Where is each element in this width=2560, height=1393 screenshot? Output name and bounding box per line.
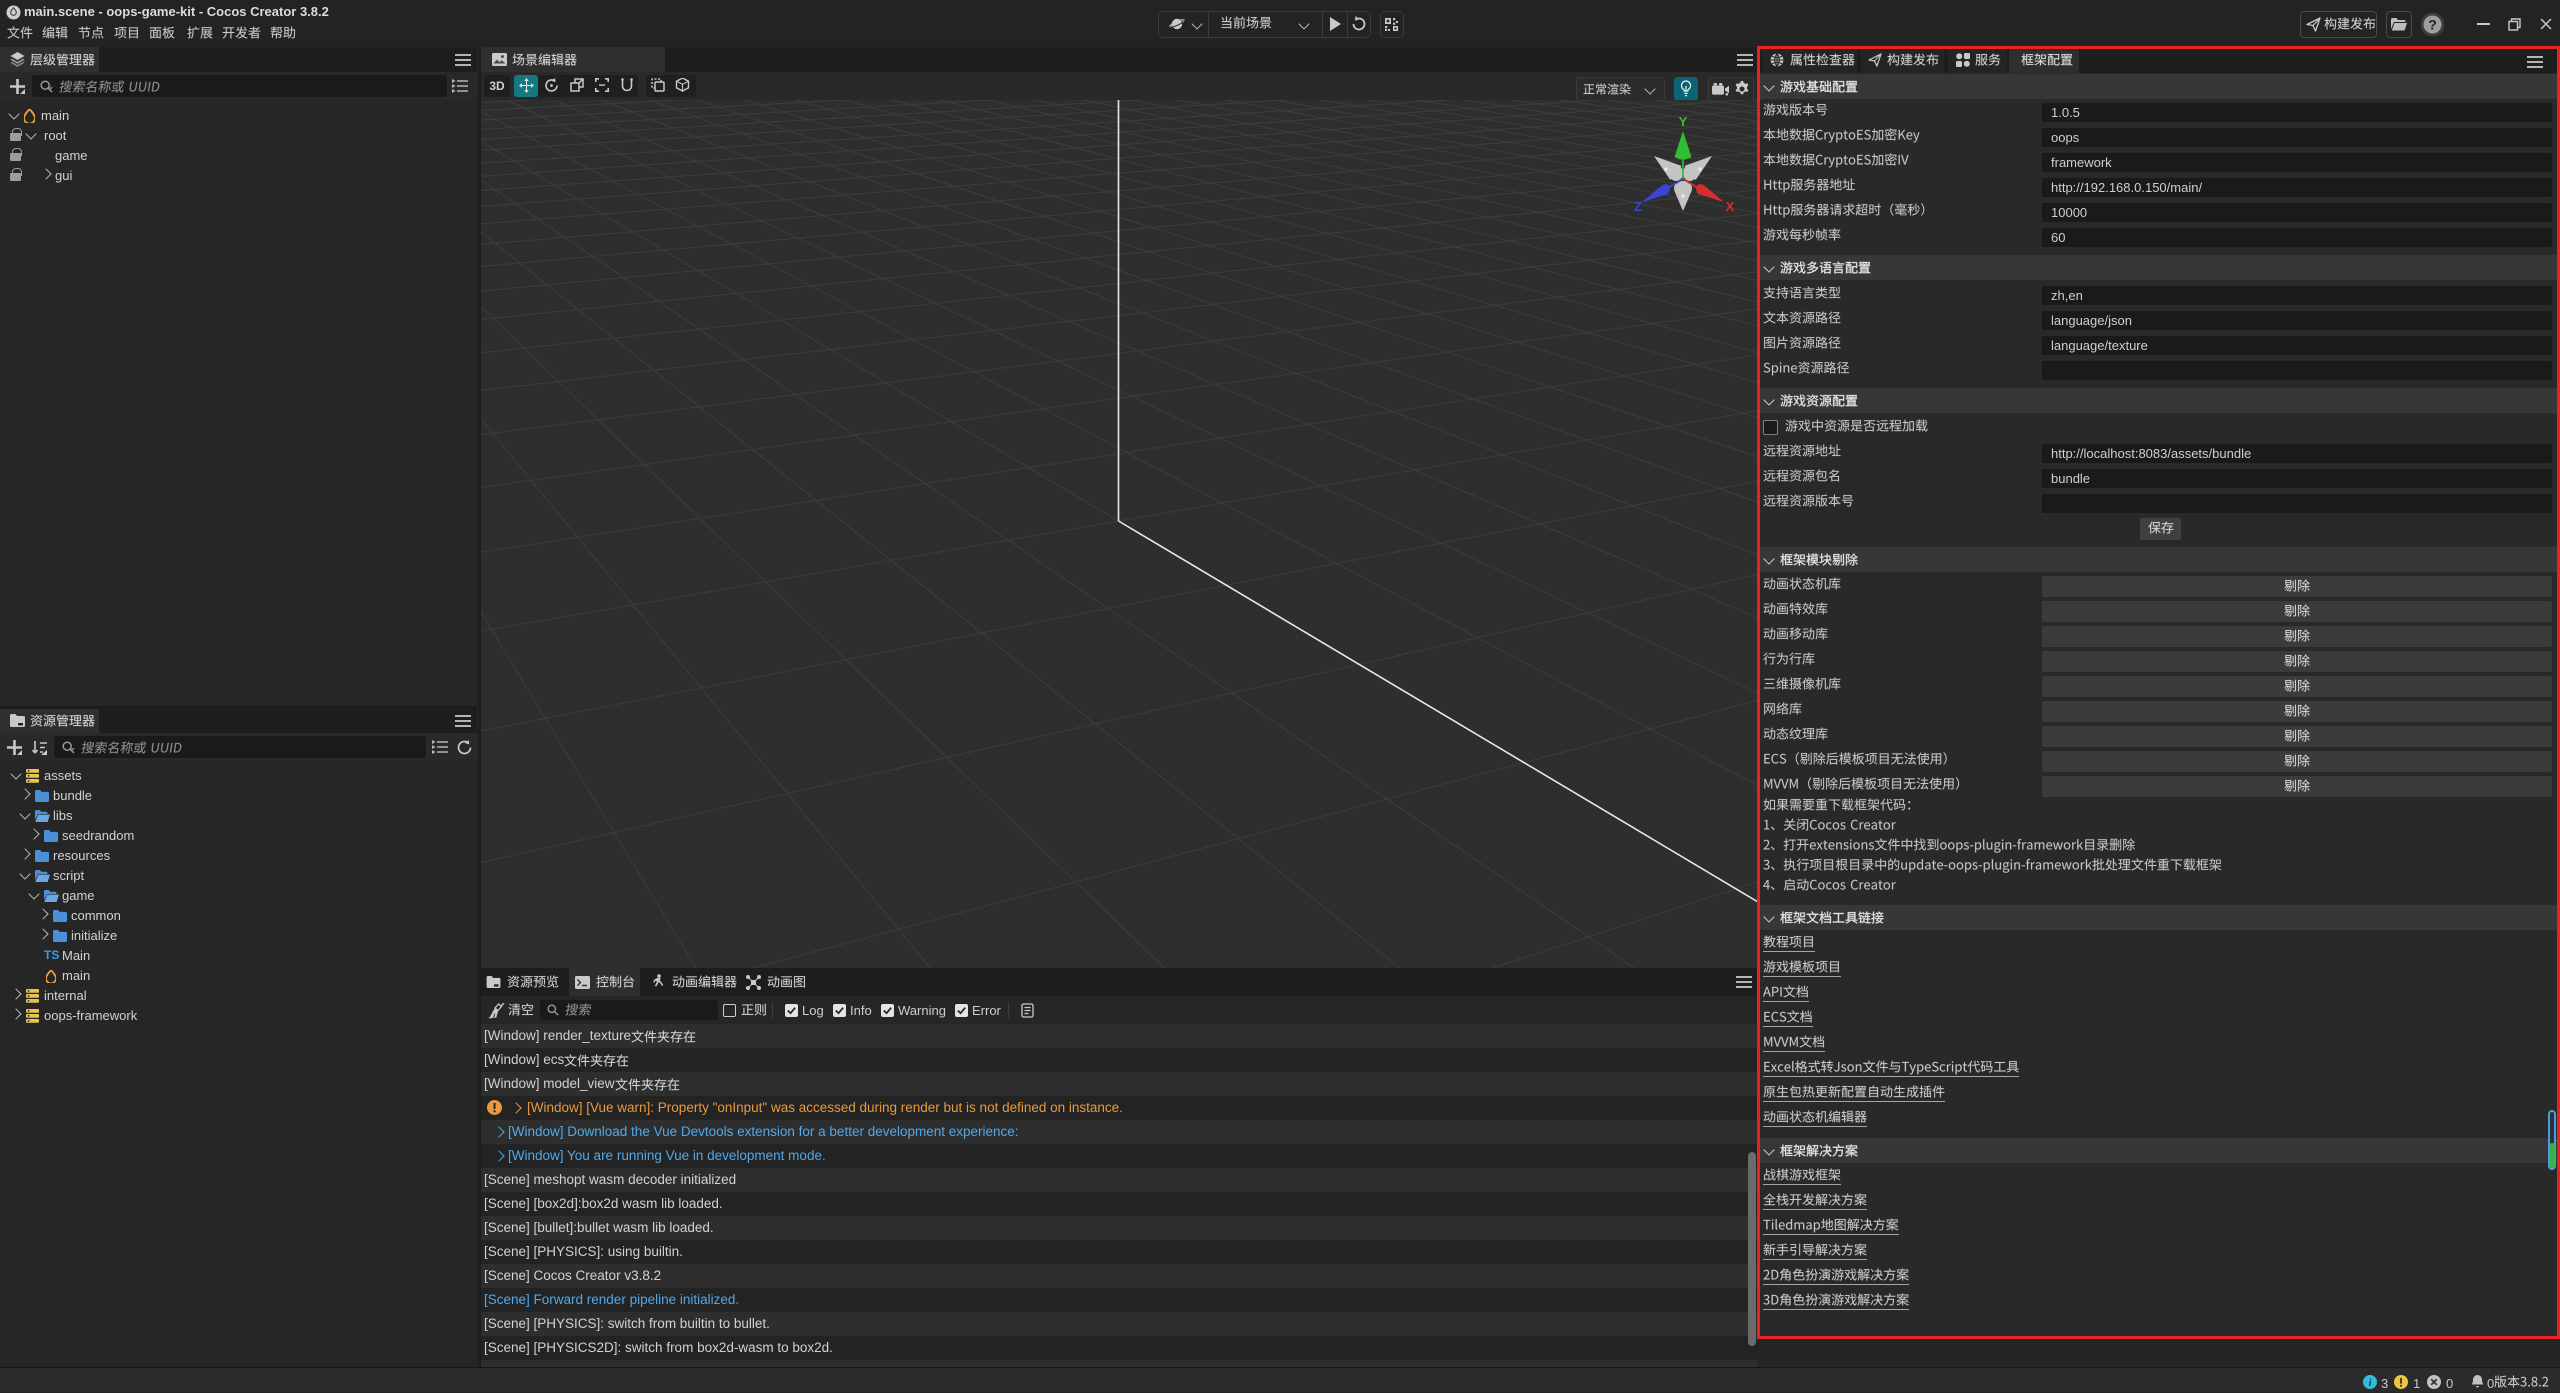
svg-text:i: i <box>2369 1378 2372 1389</box>
svg-text:X: X <box>1726 199 1735 214</box>
svg-text:Z: Z <box>1634 199 1642 214</box>
svg-text:Y: Y <box>1679 114 1688 129</box>
svg-text:?: ? <box>2428 17 2437 33</box>
